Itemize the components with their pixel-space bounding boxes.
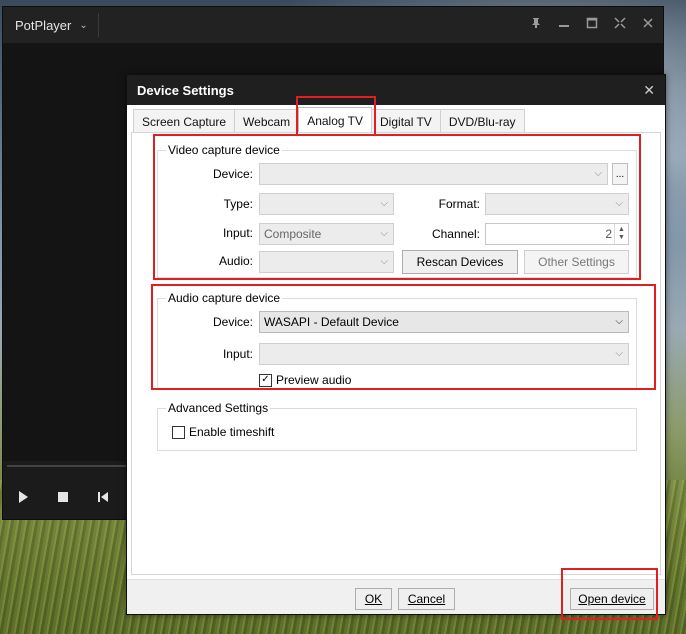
play-button[interactable] [3, 477, 43, 517]
format-select[interactable]: ⌵ [485, 193, 629, 215]
dialog-body: Screen Capture Webcam Analog TV Digital … [127, 105, 665, 614]
tab-webcam[interactable]: Webcam [234, 109, 300, 133]
app-title: PotPlayer [15, 17, 72, 33]
type-select[interactable]: ⌵ [259, 193, 394, 215]
skip-back-icon [98, 492, 108, 502]
video-capture-legend: Video capture device [166, 143, 282, 157]
audio-select[interactable]: ⌵ [259, 251, 394, 273]
cancel-label: Cancel [407, 592, 446, 606]
dialog-footer: OK Cancel Open device [127, 579, 665, 614]
advanced-settings-legend: Advanced Settings [166, 401, 271, 415]
enable-timeshift-checkbox[interactable]: Enable timeshift [172, 425, 274, 439]
chevron-down-icon: ⌵ [615, 198, 623, 209]
dialog-titlebar: Device Settings ✕ [127, 75, 665, 105]
preview-audio-checkbox[interactable]: ✓ Preview audio [259, 373, 351, 387]
app-menu-button[interactable]: PotPlayer ⌄ [15, 13, 99, 37]
input-value: Composite [264, 227, 322, 241]
type-label: Type: [223, 197, 253, 211]
close-icon[interactable] [641, 17, 655, 32]
browse-device-button[interactable]: ... [612, 163, 628, 185]
chevron-down-icon: ⌵ [380, 256, 388, 267]
ok-button[interactable]: OK [355, 588, 392, 610]
chevron-down-icon: ⌄ [79, 19, 88, 31]
fullscreen-icon[interactable] [613, 17, 627, 32]
playback-controls [3, 477, 127, 517]
other-settings-button[interactable]: Other Settings [524, 250, 629, 274]
tab-bar: Screen Capture Webcam Analog TV Digital … [133, 107, 525, 133]
channel-label: Channel: [431, 227, 480, 241]
seek-bar[interactable] [7, 465, 127, 471]
video-device-select[interactable]: ⌵ [259, 163, 608, 185]
input-label: Input: [222, 226, 253, 240]
window-buttons [529, 17, 655, 32]
format-label: Format: [438, 197, 480, 211]
spinner-arrows-icon[interactable]: ▲ ▼ [614, 224, 628, 244]
chevron-down-icon: ⌵ [615, 316, 623, 327]
previous-button[interactable] [83, 477, 123, 517]
play-icon [19, 491, 28, 503]
stop-icon [58, 492, 68, 502]
audio-capture-legend: Audio capture device [166, 291, 283, 305]
audio-device-select[interactable]: WASAPI - Default Device ⌵ [259, 311, 629, 333]
checkmark-icon: ✓ [259, 373, 272, 387]
audio-device-value: WASAPI - Default Device [264, 315, 399, 329]
preview-audio-label: Preview audio [276, 373, 352, 387]
tab-dvd-bluray[interactable]: DVD/Blu-ray [439, 109, 525, 133]
audio-label: Audio: [218, 254, 253, 268]
open-device-label: Open device [578, 592, 646, 606]
minimize-icon[interactable] [557, 17, 571, 32]
cancel-button[interactable]: Cancel [398, 588, 455, 610]
channel-value: 2 [605, 227, 612, 241]
chevron-down-icon: ⌵ [380, 228, 388, 239]
ok-label: OK [364, 592, 383, 606]
dialog-title: Device Settings [137, 82, 234, 98]
audio-input-label: Input: [222, 347, 253, 361]
pin-icon[interactable] [529, 17, 543, 32]
open-device-button[interactable]: Open device [570, 588, 654, 610]
audio-device-label: Device: [212, 315, 253, 329]
rescan-devices-button[interactable]: Rescan Devices [402, 250, 518, 274]
enable-timeshift-label: Enable timeshift [189, 425, 275, 439]
channel-spinner[interactable]: 2 ▲ ▼ [485, 223, 629, 245]
chevron-down-icon: ⌵ [594, 168, 602, 179]
checkbox-empty-icon [172, 425, 185, 439]
stop-button[interactable] [43, 477, 83, 517]
analog-tv-panel: Video capture device Device: ⌵ ... Type:… [131, 132, 661, 575]
maximize-icon[interactable] [585, 17, 599, 32]
audio-input-select[interactable]: ⌵ [259, 343, 629, 365]
device-settings-dialog: Device Settings ✕ Screen Capture Webcam … [126, 74, 666, 615]
close-icon[interactable]: ✕ [643, 82, 655, 99]
chevron-down-icon: ⌵ [615, 348, 623, 359]
chevron-down-icon: ⌵ [380, 198, 388, 209]
tab-screen-capture[interactable]: Screen Capture [133, 109, 236, 133]
tab-digital-tv[interactable]: Digital TV [371, 109, 441, 133]
input-select[interactable]: Composite ⌵ [259, 223, 394, 245]
tab-analog-tv[interactable]: Analog TV [298, 107, 373, 133]
video-device-label: Device: [212, 167, 253, 181]
